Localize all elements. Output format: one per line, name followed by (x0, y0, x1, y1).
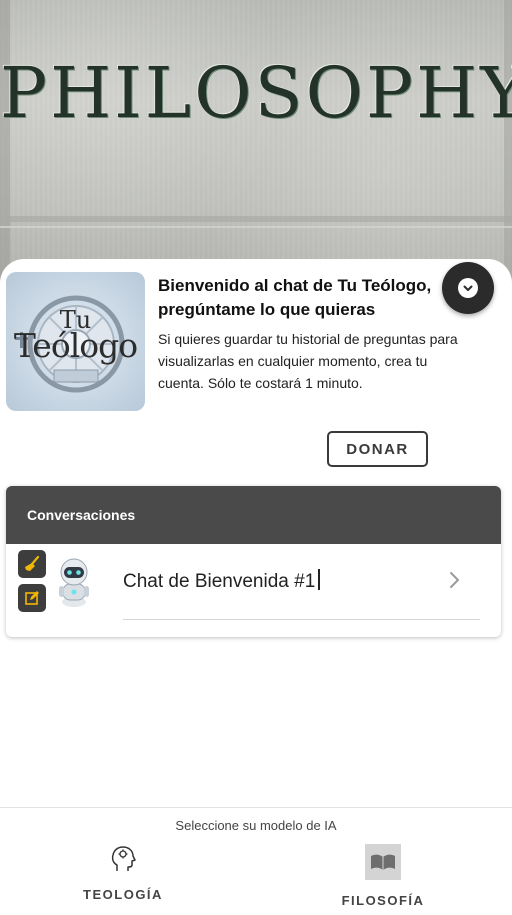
donate-button[interactable]: DONAR (327, 431, 428, 467)
head-gear-icon (111, 846, 136, 871)
stone-edge (504, 0, 512, 290)
tab-filosofia-label: FILOSOFÍA (341, 893, 425, 908)
edit-icon (25, 591, 39, 605)
conversations-title: Conversaciones (27, 507, 136, 523)
stone-seam (0, 216, 512, 222)
stone-seam (0, 226, 512, 228)
tab-teologia-label: TEOLOGÍA (83, 887, 163, 902)
model-prompt: Seleccione su modelo de IA (175, 818, 337, 833)
logo-text: Teólogo (13, 326, 138, 365)
robot-avatar-icon (54, 556, 94, 608)
chevron-down-icon (458, 278, 478, 298)
welcome-title: Bienvenido al chat de Tu Teólogo, pregún… (158, 276, 432, 319)
conversations-card: Conversaciones Chat de Bienvenida #1 (6, 486, 501, 637)
stone-edge (0, 0, 10, 290)
hero-engraved-word: PHILOSOPHY (0, 52, 512, 134)
open-book-icon (365, 844, 401, 880)
tab-filosofia[interactable]: FILOSOFÍA (328, 844, 438, 908)
bottom-navigation: Seleccione su modelo de IA TEOLOGÍA FILO… (0, 807, 512, 915)
hero-image: PHILOSOPHY (0, 0, 512, 290)
app-logo: Tu Teólogo (6, 272, 145, 411)
broom-icon (25, 555, 40, 571)
conversations-header: Conversaciones (6, 486, 501, 544)
chevron-right-icon[interactable] (444, 569, 464, 591)
row-divider (123, 619, 480, 620)
collapse-button[interactable] (442, 262, 494, 314)
text-cursor (318, 569, 321, 590)
welcome-body: Si quieres guardar tu historial de pregu… (158, 331, 458, 391)
conversation-title: Chat de Bienvenida #1 (123, 569, 321, 593)
tab-teologia[interactable]: TEOLOGÍA (68, 844, 178, 902)
conversation-row[interactable]: Chat de Bienvenida #1 (6, 544, 501, 637)
clear-button[interactable] (18, 550, 46, 578)
edit-button[interactable] (18, 584, 46, 612)
